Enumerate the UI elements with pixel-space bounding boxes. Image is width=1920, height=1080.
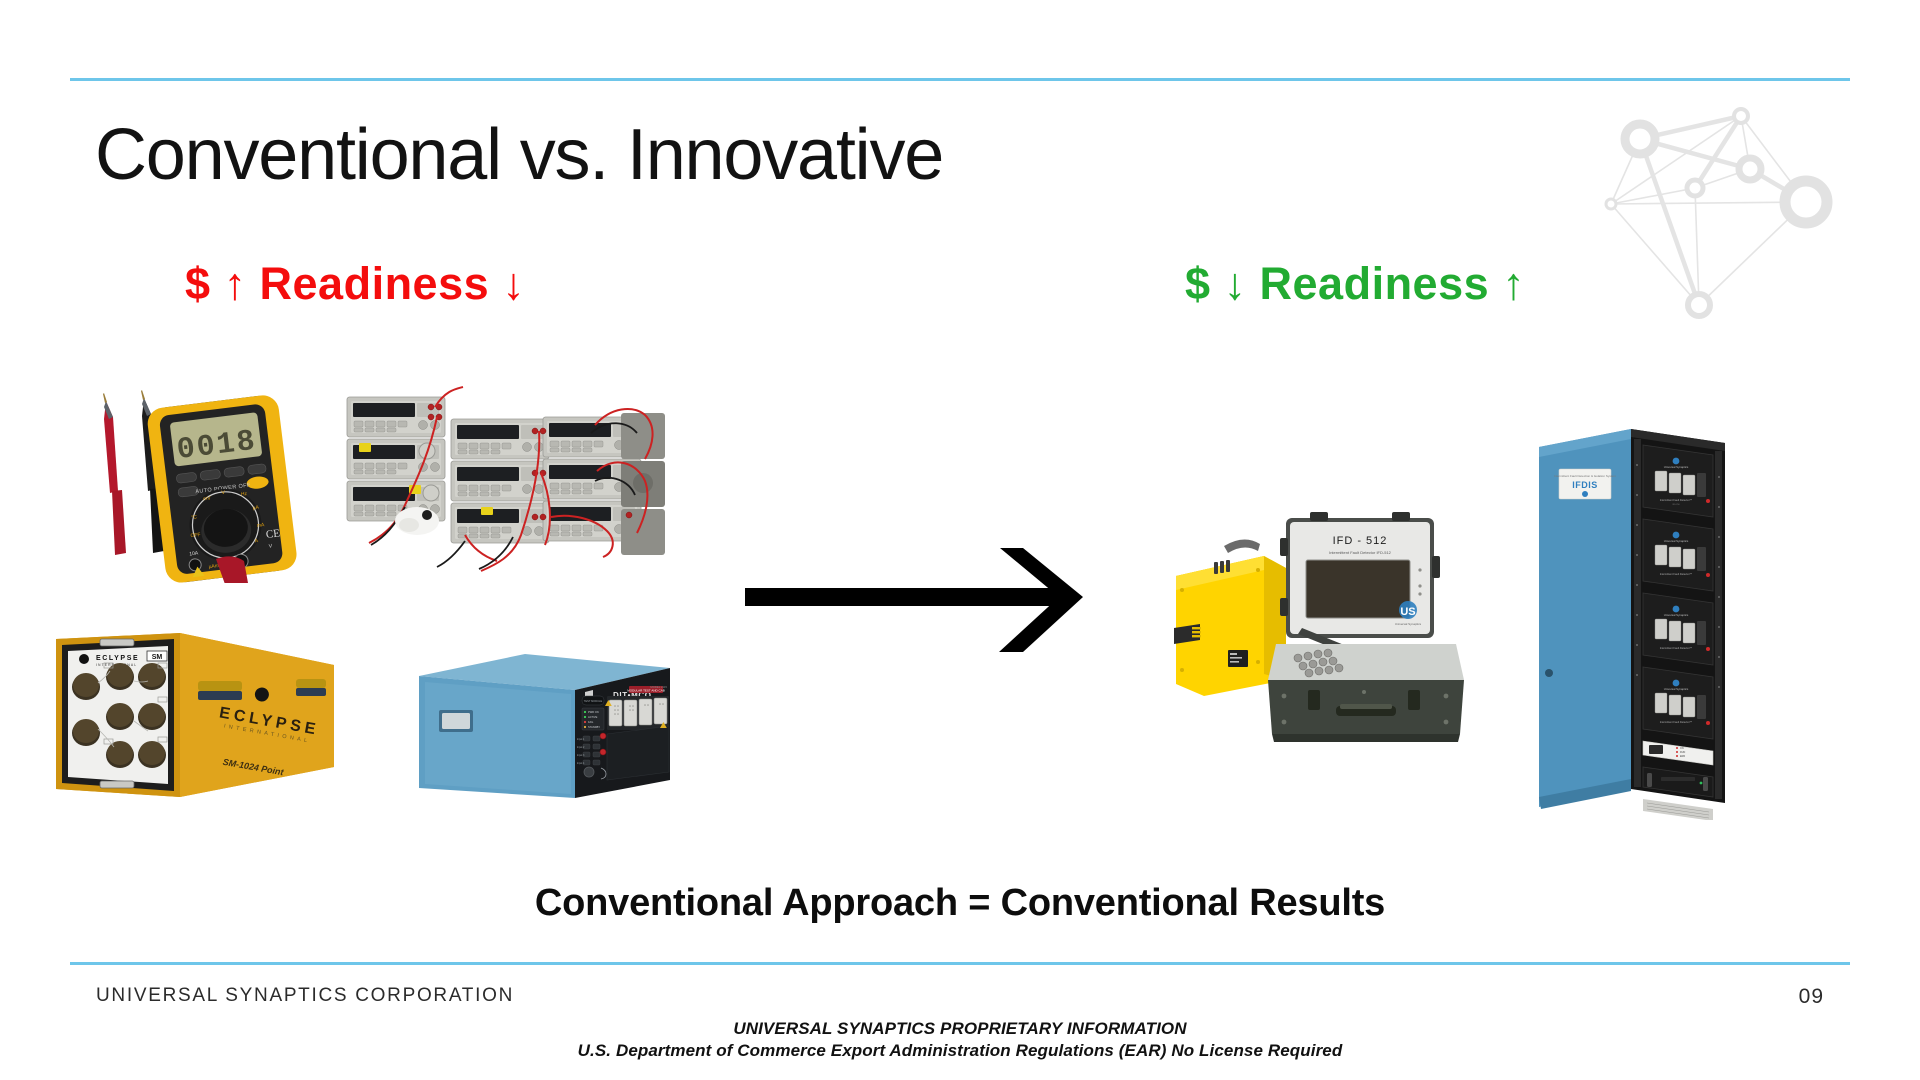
slide-canvas: Conventional vs. Innovative $ ↑ Readines… xyxy=(0,0,1920,1080)
svg-text:FAIL: FAIL xyxy=(588,720,594,724)
svg-text:US: US xyxy=(1400,606,1415,618)
svg-text:PWR ON: PWR ON xyxy=(588,710,599,714)
svg-text:IFDIS: IFDIS xyxy=(1572,480,1598,490)
footer-company-name: UNIVERSAL SYNAPTICS CORPORATION xyxy=(96,985,514,1006)
slide-caption: Conventional Approach = Conventional Res… xyxy=(534,882,1386,924)
page-title: Conventional vs. Innovative xyxy=(95,115,944,195)
digital-multimeter-image: 0018 AUTO POWER OFF mVV HzµA mAA °COFF 1… xyxy=(103,390,297,583)
svg-text:ON: ON xyxy=(1680,747,1684,750)
svg-text:MODULAR TEST AND CAB: MODULAR TEST AND CAB xyxy=(627,689,664,693)
svg-text:mA: mA xyxy=(257,522,266,529)
svg-text:Input 1: Input 1 xyxy=(577,738,585,741)
transition-arrow-icon xyxy=(745,548,1083,652)
svg-text:RUN: RUN xyxy=(1680,751,1685,754)
top-divider-rule xyxy=(70,78,1850,81)
svg-text:mV: mV xyxy=(203,495,212,502)
proprietary-notice-line-2: U.S. Department of Commerce Export Admin… xyxy=(577,1041,1343,1061)
svg-text:ECLYPSE: ECLYPSE xyxy=(96,655,139,662)
banner-left-text: $ ↑ Readiness ↓ xyxy=(185,258,526,309)
svg-text:Intermittent Fault Detector IF: Intermittent Fault Detector IFD-512 xyxy=(1329,550,1392,555)
svg-text:Universal Synaptics: Universal Synaptics xyxy=(1664,687,1689,691)
banner-right-text: $ ↓ Readiness ↑ xyxy=(1185,258,1526,309)
eclypse-switch-matrix-image: ECLYPSE INTERNATIONAL SM xyxy=(56,633,334,797)
svg-text:Input 3: Input 3 xyxy=(577,754,585,757)
svg-text:Intermittent Fault Detector™: Intermittent Fault Detector™ xyxy=(1660,572,1693,576)
svg-text:ACTIVE: ACTIVE xyxy=(588,715,598,719)
benchtop-instrument-stack-image xyxy=(346,386,665,572)
svg-text:OFF: OFF xyxy=(190,532,201,539)
svg-text:Input 2: Input 2 xyxy=(577,746,585,749)
svg-text:MODEL 2115: MODEL 2115 xyxy=(650,685,667,689)
svg-text:Universal Synaptics: Universal Synaptics xyxy=(1395,622,1422,626)
bottom-divider-rule xyxy=(70,962,1850,965)
ifd-512-portable-unit-image: IFD - 512 Intermittent Fault Detector IF… xyxy=(1174,512,1464,742)
ifdis-rack-system-image: Intermittent Fault Detection & Isolation… xyxy=(1539,429,1725,820)
network-node-graph-icon xyxy=(1604,107,1833,319)
svg-text:10A: 10A xyxy=(189,550,199,557)
svg-text:°C: °C xyxy=(191,514,198,521)
svg-text:Input 4: Input 4 xyxy=(577,762,585,765)
svg-text:Intermittent Fault Detector™: Intermittent Fault Detector™ xyxy=(1660,720,1693,724)
svg-text:IFD-256: IFD-256 xyxy=(1672,504,1680,506)
cost-readiness-banner-innovative: $ ↓ Readiness ↑ xyxy=(1185,258,1525,310)
svg-text:TEST MODULE: TEST MODULE xyxy=(584,699,603,703)
svg-text:Universal Synaptics: Universal Synaptics xyxy=(1664,613,1689,617)
cost-readiness-banner-conventional: $ ↑ Readiness ↓ xyxy=(185,258,525,310)
page-number: 09 xyxy=(1798,985,1824,1008)
svg-text:Intermittent Fault Detector™: Intermittent Fault Detector™ xyxy=(1660,646,1693,650)
svg-text:CE: CE xyxy=(265,527,281,541)
proprietary-notice-line-1: UNIVERSAL SYNAPTICS PROPRIETARY INFORMAT… xyxy=(733,1019,1187,1038)
svg-text:Universal Synaptics: Universal Synaptics xyxy=(1664,465,1689,469)
ditmco-wiring-analyzer-image: DIT•MCO INTERNATIONAL MODULAR TEST AND C… xyxy=(419,654,670,798)
svg-text:IFD - 512: IFD - 512 xyxy=(1333,535,1388,547)
svg-text:ERR: ERR xyxy=(1680,755,1685,758)
svg-text:SM: SM xyxy=(152,654,163,661)
svg-text:Intermittent Fault Detection &: Intermittent Fault Detection & Isolation… xyxy=(1554,474,1616,478)
svg-text:Intermittent Fault Detector™: Intermittent Fault Detector™ xyxy=(1660,498,1693,502)
svg-text:STANDBY: STANDBY xyxy=(588,725,600,729)
svg-text:Universal Synaptics: Universal Synaptics xyxy=(1664,539,1689,543)
proprietary-notice: UNIVERSAL SYNAPTICS PROPRIETARY INFORMAT… xyxy=(0,1018,1920,1063)
